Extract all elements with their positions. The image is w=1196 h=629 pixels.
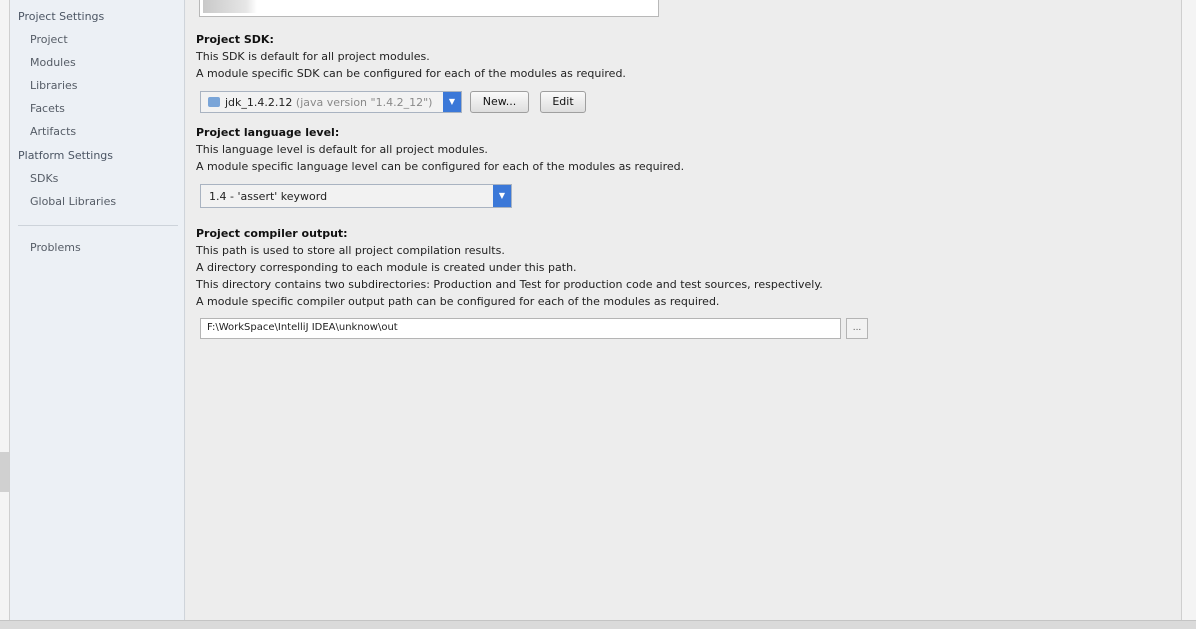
folder-icon bbox=[208, 97, 220, 107]
compiler-output-path-value: F:\WorkSpace\IntelliJ IDEA\unknow\out bbox=[207, 322, 398, 333]
sidebar: Project Settings Project Modules Librari… bbox=[10, 0, 185, 620]
language-level-value: 1.4 - 'assert' keyword bbox=[209, 190, 328, 203]
field-icon bbox=[203, 0, 257, 13]
language-section-title: Project language level: bbox=[196, 126, 340, 139]
sidebar-item-artifacts[interactable]: Artifacts bbox=[30, 125, 76, 138]
project-name-field[interactable] bbox=[199, 0, 659, 17]
chevron-down-icon[interactable]: ▼ bbox=[493, 185, 511, 207]
sidebar-header-platform-settings: Platform Settings bbox=[18, 149, 114, 162]
compiler-description-1: This path is used to store all project c… bbox=[196, 244, 505, 257]
sidebar-separator bbox=[18, 225, 178, 226]
sidebar-item-facets[interactable]: Facets bbox=[30, 102, 65, 115]
language-level-dropdown[interactable]: 1.4 - 'assert' keyword ▼ bbox=[200, 184, 512, 208]
language-description-1: This language level is default for all p… bbox=[196, 143, 488, 156]
compiler-description-2: A directory corresponding to each module… bbox=[196, 261, 577, 274]
project-structure-window: Project Settings Project Modules Librari… bbox=[0, 0, 1196, 629]
sidebar-item-modules[interactable]: Modules bbox=[30, 56, 76, 69]
browse-button[interactable]: ... bbox=[846, 318, 868, 339]
sidebar-item-libraries[interactable]: Libraries bbox=[30, 79, 78, 92]
sidebar-header-project-settings: Project Settings bbox=[18, 10, 105, 23]
right-window-edge bbox=[1181, 0, 1196, 628]
sdk-description-2: A module specific SDK can be configured … bbox=[196, 67, 626, 80]
left-window-edge bbox=[0, 0, 10, 628]
sidebar-item-problems[interactable]: Problems bbox=[30, 241, 81, 254]
edit-sdk-button[interactable]: Edit bbox=[540, 91, 586, 113]
sdk-section-title: Project SDK: bbox=[196, 33, 274, 46]
language-description-2: A module specific language level can be … bbox=[196, 160, 685, 173]
sidebar-item-global-libraries[interactable]: Global Libraries bbox=[30, 195, 116, 208]
compiler-description-4: A module specific compiler output path c… bbox=[196, 295, 720, 308]
sidebar-item-sdks[interactable]: SDKs bbox=[30, 172, 58, 185]
new-sdk-button[interactable]: New... bbox=[470, 91, 529, 113]
compiler-description-3: This directory contains two subdirectori… bbox=[196, 278, 823, 291]
sdk-dropdown[interactable]: jdk_1.4.2.12 (java version "1.4.2_12") ▼ bbox=[200, 91, 462, 113]
compiler-section-title: Project compiler output: bbox=[196, 227, 348, 240]
sdk-version-hint: (java version "1.4.2_12") bbox=[295, 96, 433, 109]
project-settings-panel: Project SDK: This SDK is default for all… bbox=[186, 0, 1181, 620]
compiler-output-path-input[interactable]: F:\WorkSpace\IntelliJ IDEA\unknow\out bbox=[200, 318, 841, 339]
sidebar-item-project[interactable]: Project bbox=[30, 33, 68, 46]
edge-marker bbox=[0, 452, 9, 492]
sdk-description-1: This SDK is default for all project modu… bbox=[196, 50, 430, 63]
chevron-down-icon[interactable]: ▼ bbox=[443, 92, 461, 112]
sdk-selected-value: jdk_1.4.2.12 bbox=[225, 96, 293, 109]
